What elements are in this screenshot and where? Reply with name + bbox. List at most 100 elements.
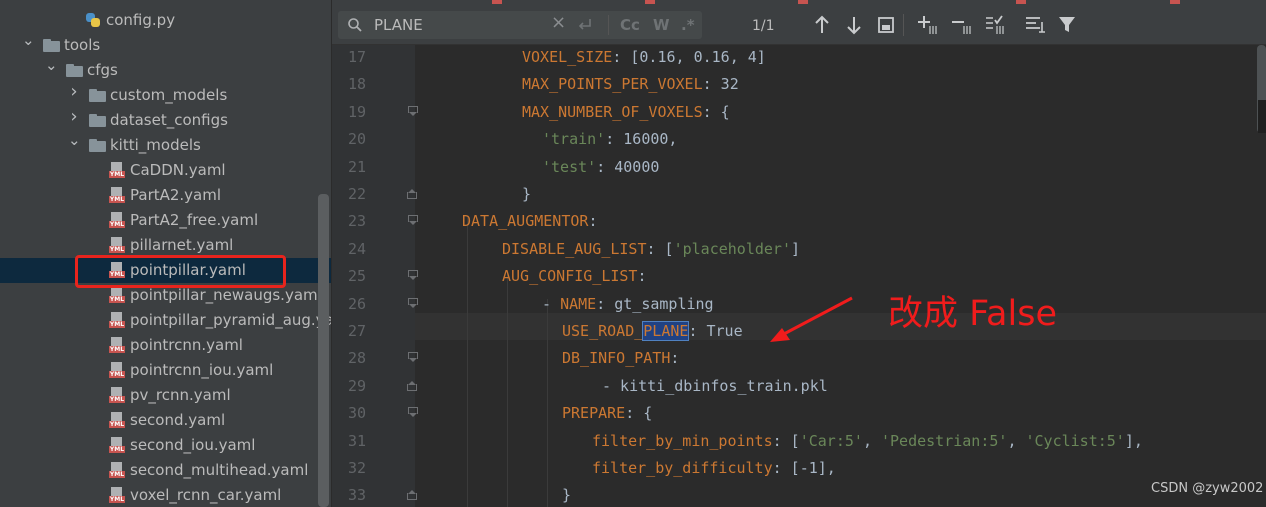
tree-item-label: pointpillar_newaugs.yaml xyxy=(130,286,322,304)
yaml-file-icon: YML xyxy=(109,412,126,428)
line-number: 23 xyxy=(347,212,366,231)
tree-folder-row[interactable]: ⌄ cfgs xyxy=(0,58,331,83)
match-count: 1/1 xyxy=(752,18,775,34)
line-number: 29 xyxy=(347,376,366,395)
tree-item-label: cfgs xyxy=(87,61,118,79)
code-token: DISABLE_AUG_LIST xyxy=(502,239,647,258)
tree-item-label: PartA2.yaml xyxy=(130,186,222,204)
code-line[interactable]: filter_by_min_points: ['Car:5', 'Pedestr… xyxy=(592,431,1143,451)
code-line[interactable]: MAX_POINTS_PER_VOXEL: 32 xyxy=(522,74,739,94)
python-file-icon xyxy=(85,12,102,28)
tree-file-row[interactable]: YML pointpillar_pyramid_aug.yaml xyxy=(0,308,331,333)
whole-words-toggle[interactable]: W xyxy=(653,17,670,33)
code-line[interactable]: filter_by_difficulty: [-1], xyxy=(592,458,836,478)
code-line[interactable]: DATA_AUGMENTOR: xyxy=(462,211,597,231)
yaml-file-icon: YML xyxy=(109,187,126,203)
search-icon[interactable] xyxy=(347,17,363,33)
add-occurrence-icon[interactable] xyxy=(915,12,941,38)
fold-end-icon[interactable] xyxy=(408,380,417,391)
tree-folder-row[interactable]: ⌄ kitti_models xyxy=(0,133,331,158)
tree-scrollbar[interactable] xyxy=(318,194,329,507)
code-line[interactable]: PREPARE: { xyxy=(562,403,652,423)
tree-file-row[interactable]: YML pointrcnn.yaml xyxy=(0,333,331,358)
code-token: } xyxy=(562,486,572,505)
code-token: , xyxy=(1007,431,1026,450)
tree-folder-row[interactable]: › custom_models xyxy=(0,83,331,108)
code-line[interactable]: } xyxy=(522,184,531,204)
code-editor[interactable]: 17 18 19 20 21 22 23 24 25 26 27 28 29 30 31 32 33 VOXEL… xyxy=(332,45,1266,507)
new-line-icon[interactable] xyxy=(576,17,594,33)
code-line[interactable]: - NAME: gt_sampling xyxy=(542,294,714,314)
line-number: 20 xyxy=(347,130,366,149)
line-number: 33 xyxy=(347,486,366,505)
code-line[interactable]: 'train': 16000, xyxy=(542,129,677,149)
code-token: ] xyxy=(791,239,801,258)
code-line[interactable]: USE_ROAD_PLANE: True xyxy=(562,321,743,341)
previous-occurrence-icon[interactable] xyxy=(809,12,835,38)
select-all-occurrences-icon[interactable] xyxy=(983,12,1009,38)
regex-toggle[interactable]: .* xyxy=(681,17,695,33)
tree-file-row[interactable]: YML PartA2_free.yaml xyxy=(0,208,331,233)
line-number: 30 xyxy=(347,404,366,423)
search-match-highlight: PLANE xyxy=(642,321,690,341)
filter-results-icon[interactable] xyxy=(1022,12,1048,38)
match-case-toggle[interactable]: Cc xyxy=(620,17,640,33)
tree-file-row[interactable]: YML PartA2.yaml xyxy=(0,183,331,208)
fold-start-icon[interactable] xyxy=(408,352,418,363)
chevron-down-icon[interactable]: ⌄ xyxy=(22,33,35,48)
line-number: 24 xyxy=(347,239,366,258)
yaml-file-icon: YML xyxy=(109,312,126,328)
tree-file-row[interactable]: YML voxel_rcnn_car.yaml xyxy=(0,483,331,507)
chevron-down-icon[interactable]: ⌄ xyxy=(45,58,58,73)
tree-file-row[interactable]: YML second_multihead.yaml xyxy=(0,458,331,483)
open-in-window-icon[interactable] xyxy=(873,12,899,38)
filter-icon[interactable] xyxy=(1055,12,1081,38)
tree-file-row[interactable]: YML pointrcnn_iou.yaml xyxy=(0,358,331,383)
yaml-file-icon: YML xyxy=(109,162,126,178)
code-line[interactable]: DISABLE_AUG_LIST: ['placeholder'] xyxy=(502,239,800,259)
yaml-file-icon: YML xyxy=(109,287,126,303)
code-token: PREPARE xyxy=(562,404,626,423)
tree-item-label: pv_rcnn.yaml xyxy=(130,386,231,404)
annotation-text: 改成 False xyxy=(888,294,1057,334)
code-token: : [-1], xyxy=(772,459,836,477)
chevron-right-icon[interactable]: › xyxy=(68,108,80,126)
find-input[interactable] xyxy=(374,15,574,35)
fold-start-icon[interactable] xyxy=(408,215,418,226)
code-token: 'Car:5' xyxy=(799,431,863,450)
tree-folder-row[interactable]: ⌄ tools xyxy=(0,33,331,58)
code-line[interactable]: MAX_NUMBER_OF_VOXELS: { xyxy=(522,102,730,122)
code-line[interactable]: DB_INFO_PATH: xyxy=(562,348,679,368)
fold-start-icon[interactable] xyxy=(408,270,418,281)
find-field[interactable]: × Cc W .* xyxy=(338,11,702,39)
tree-file-row[interactable]: YML pv_rcnn.yaml xyxy=(0,383,331,408)
fold-start-icon[interactable] xyxy=(408,297,418,309)
chevron-down-icon[interactable]: ⌄ xyxy=(68,133,81,148)
code-token: filter_by_difficulty xyxy=(592,459,773,477)
code-line[interactable]: } xyxy=(562,485,571,505)
code-line[interactable]: - kitti_dbinfos_train.pkl xyxy=(602,376,828,396)
tree-file-row[interactable]: config.py xyxy=(0,8,331,33)
tree-item-label: CaDDN.yaml xyxy=(130,161,226,179)
fold-start-icon[interactable] xyxy=(408,407,418,418)
annotation-arrow xyxy=(770,296,853,342)
yaml-file-icon: YML xyxy=(109,337,126,353)
remove-occurrence-icon[interactable] xyxy=(949,12,975,38)
chevron-right-icon[interactable]: › xyxy=(68,83,80,101)
code-line[interactable]: AUG_CONFIG_LIST: xyxy=(502,266,647,286)
clear-search-icon[interactable]: × xyxy=(551,14,566,32)
tree-file-row[interactable]: YML second.yaml xyxy=(0,408,331,433)
tree-folder-row[interactable]: › dataset_configs xyxy=(0,108,331,133)
code-line[interactable]: 'test': 40000 xyxy=(542,157,659,177)
tree-file-row[interactable]: YML CaDDN.yaml xyxy=(0,158,331,183)
code-line[interactable]: VOXEL_SIZE: [0.16, 0.16, 4] xyxy=(522,47,766,67)
tree-item-label: second_multihead.yaml xyxy=(130,461,309,479)
fold-end-icon[interactable] xyxy=(408,489,417,500)
fold-start-icon[interactable] xyxy=(408,105,418,117)
indent-guide xyxy=(467,217,468,507)
highlight-box xyxy=(75,255,286,288)
next-occurrence-icon[interactable] xyxy=(841,12,867,38)
tree-file-row[interactable]: YML second_iou.yaml xyxy=(0,433,331,458)
code-token: DB_INFO_PATH xyxy=(562,349,671,368)
fold-end-icon[interactable] xyxy=(408,188,417,199)
